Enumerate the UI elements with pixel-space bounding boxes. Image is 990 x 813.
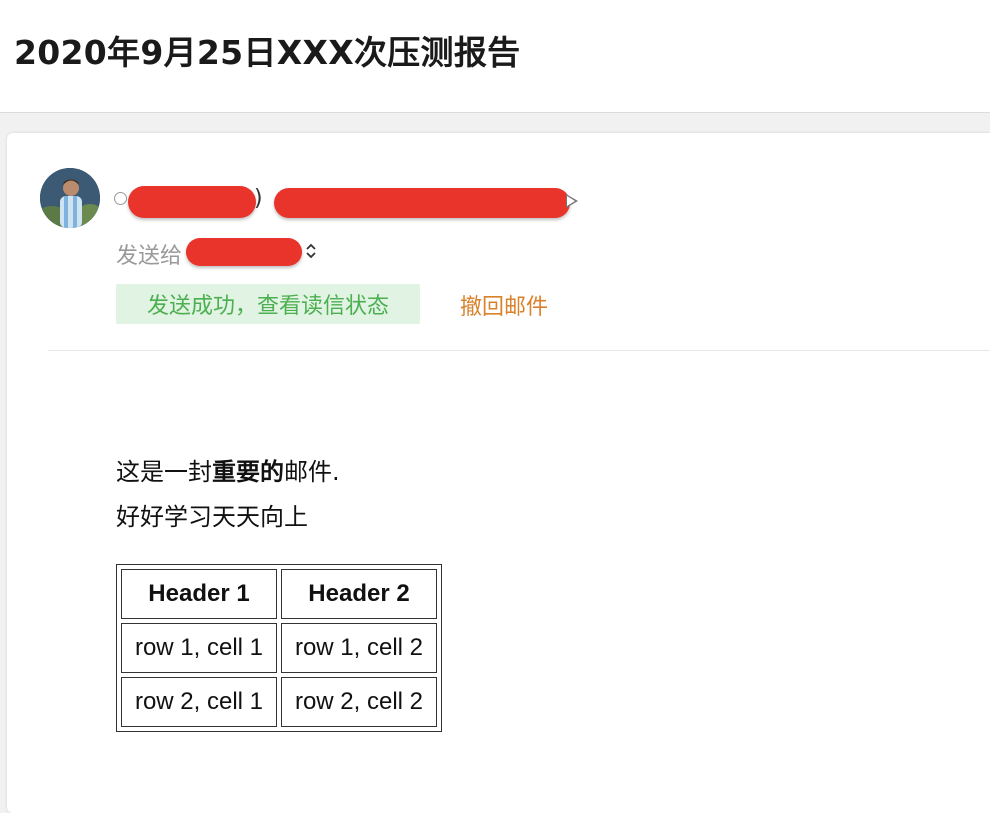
body-line-1-start: 这是一封 [116, 458, 212, 486]
body-line-1-bold: 重要的 [212, 458, 284, 486]
avatar-image [40, 168, 100, 228]
redacted-recipient[interactable] [186, 238, 302, 266]
table-row: row 1, cell 1 row 1, cell 2 [121, 623, 437, 673]
recipient-label: 发送给 [116, 244, 183, 269]
sender-avatar[interactable] [40, 168, 100, 228]
email-subject: 2020年9月25日XXX次压测报告 [14, 33, 521, 72]
sender-row: ) [114, 184, 594, 220]
header-divider [48, 350, 990, 351]
table-cell: row 2, cell 2 [281, 677, 437, 727]
table-header-cell: Header 1 [121, 569, 277, 619]
table-cell: row 2, cell 1 [121, 677, 277, 727]
table-header-cell: Header 2 [281, 569, 437, 619]
table-row: row 2, cell 1 row 2, cell 2 [121, 677, 437, 727]
body-table-wrap: Header 1 Header 2 row 1, cell 1 row 1, c… [116, 564, 442, 732]
redacted-sender-address[interactable] [274, 188, 570, 218]
table-cell: row 1, cell 1 [121, 623, 277, 673]
recipient-row: 发送给 [116, 236, 376, 269]
recall-email-link[interactable]: 撤回邮件 [460, 289, 548, 321]
up-down-chevron-icon[interactable] [305, 242, 317, 260]
email-header-bar: 2020年9月25日XXX次压测报告 [0, 0, 990, 113]
body-line-1-end: 邮件. [284, 458, 340, 486]
chevron-right-icon[interactable] [566, 194, 578, 208]
sender-close-paren: ) [254, 186, 263, 211]
redacted-sender-name [128, 186, 256, 218]
status-dot-icon [114, 192, 127, 205]
send-status-badge[interactable]: 发送成功，查看读信状态 [116, 284, 420, 324]
body-line-1: 这是一封重要的邮件. [116, 452, 340, 487]
table-header-row: Header 1 Header 2 [121, 569, 437, 619]
table-cell: row 1, cell 2 [281, 623, 437, 673]
body-line-2: 好好学习天天向上 [116, 503, 308, 531]
body-table: Header 1 Header 2 row 1, cell 1 row 1, c… [116, 564, 442, 732]
